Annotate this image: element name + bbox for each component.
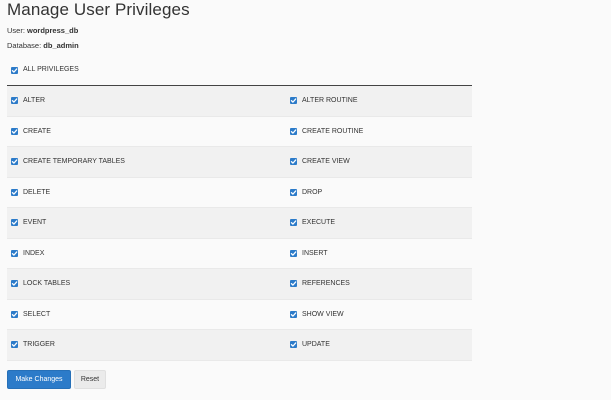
privilege-checkbox-row[interactable]: LOCK TABLES: [7, 280, 290, 288]
checkbox-checked-icon[interactable]: [11, 249, 18, 257]
checkbox-checked-icon[interactable]: [11, 97, 18, 105]
user-value: wordpress_db: [27, 26, 79, 35]
checkbox-checked-icon[interactable]: [290, 249, 297, 257]
checkbox-checked-icon[interactable]: [290, 97, 297, 105]
table-row: ALTER ALTER ROUTINE: [7, 86, 472, 117]
checkbox-checked-icon[interactable]: [11, 158, 18, 166]
table-row: CREATE TEMPORARY TABLES CREATE VIEW: [7, 147, 472, 178]
privilege-checkbox-row[interactable]: DROP: [290, 188, 323, 196]
checkbox-checked-icon[interactable]: [11, 188, 18, 196]
privileges-grid: ALTER ALTER ROUTINE CREATE CREATE ROUTINE CR…: [7, 86, 472, 361]
privilege-label: LOCK TABLES: [23, 280, 71, 288]
privilege-label: EVENT: [23, 219, 47, 227]
checkbox-checked-icon[interactable]: [290, 310, 297, 318]
privilege-checkbox-row[interactable]: TRIGGER: [7, 341, 290, 349]
privilege-label: REFERENCES: [302, 280, 350, 288]
privilege-checkbox-row[interactable]: REFERENCES: [290, 280, 350, 288]
privilege-label: CREATE VIEW: [302, 158, 350, 166]
privilege-checkbox-row[interactable]: SHOW VIEW: [290, 310, 344, 318]
privilege-checkbox-row[interactable]: DELETE: [7, 188, 290, 196]
privilege-checkbox-row[interactable]: UPDATE: [290, 341, 330, 349]
privilege-label: ALTER: [23, 97, 46, 105]
privilege-label: CREATE ROUTINE: [302, 127, 364, 135]
table-row: CREATE CREATE ROUTINE: [7, 116, 472, 147]
table-row: EVENT EXECUTE: [7, 208, 472, 239]
checkbox-checked-icon[interactable]: [290, 158, 297, 166]
privilege-label: TRIGGER: [23, 341, 55, 349]
privilege-label: EXECUTE: [302, 219, 336, 227]
privilege-label: DELETE: [23, 188, 51, 196]
database-info: Database: db_admin: [7, 41, 79, 50]
privilege-checkbox-row[interactable]: CREATE: [7, 127, 290, 135]
checkbox-checked-icon[interactable]: [11, 66, 18, 74]
checkbox-checked-icon[interactable]: [290, 219, 297, 227]
database-value: db_admin: [43, 41, 79, 50]
privilege-label: CREATE TEMPORARY TABLES: [23, 158, 125, 166]
make-changes-button[interactable]: Make Changes: [7, 370, 71, 389]
privilege-checkbox-row[interactable]: ALTER ROUTINE: [290, 97, 358, 105]
checkbox-checked-icon[interactable]: [11, 341, 18, 349]
database-label: Database:: [7, 41, 42, 50]
privilege-label: UPDATE: [302, 341, 330, 349]
privilege-checkbox-row[interactable]: ALTER: [7, 97, 290, 105]
table-row: INDEX INSERT: [7, 238, 472, 269]
checkbox-checked-icon[interactable]: [11, 280, 18, 288]
all-privileges-label: ALL PRIVILEGES: [23, 66, 79, 73]
page-title: Manage User Privileges: [7, 0, 190, 19]
table-row: LOCK TABLES REFERENCES: [7, 269, 472, 300]
table-row: DELETE DROP: [7, 177, 472, 208]
privilege-checkbox-row[interactable]: SELECT: [7, 310, 290, 318]
privilege-label: DROP: [302, 188, 323, 196]
user-label: User:: [7, 26, 25, 35]
user-info: User: wordpress_db: [7, 26, 78, 35]
checkbox-checked-icon[interactable]: [290, 188, 297, 196]
privilege-checkbox-row[interactable]: INDEX: [7, 249, 290, 257]
all-privileges-checkbox-row[interactable]: ALL PRIVILEGES: [11, 65, 79, 75]
privilege-label: INDEX: [23, 249, 45, 257]
manage-privileges-page: Manage User Privileges User: wordpress_d…: [0, 0, 611, 400]
privilege-label: ALTER ROUTINE: [302, 97, 358, 105]
checkbox-checked-icon[interactable]: [11, 310, 18, 318]
checkbox-checked-icon[interactable]: [11, 219, 18, 227]
table-row: TRIGGER UPDATE: [7, 330, 472, 361]
privilege-checkbox-row[interactable]: CREATE TEMPORARY TABLES: [7, 158, 290, 166]
privilege-checkbox-row[interactable]: EXECUTE: [290, 219, 336, 227]
privilege-checkbox-row[interactable]: CREATE ROUTINE: [290, 127, 364, 135]
privilege-checkbox-row[interactable]: CREATE VIEW: [290, 158, 350, 166]
checkbox-checked-icon[interactable]: [290, 341, 297, 349]
checkbox-checked-icon[interactable]: [290, 280, 297, 288]
privilege-checkbox-row[interactable]: EVENT: [7, 219, 290, 227]
checkbox-checked-icon[interactable]: [290, 127, 297, 135]
privilege-label: INSERT: [302, 249, 328, 257]
privilege-label: SHOW VIEW: [302, 310, 344, 318]
privilege-checkbox-row[interactable]: INSERT: [290, 249, 328, 257]
privilege-label: CREATE: [23, 127, 51, 135]
checkbox-checked-icon[interactable]: [11, 127, 18, 135]
table-row: SELECT SHOW VIEW: [7, 299, 472, 330]
privilege-label: SELECT: [23, 310, 51, 318]
reset-button[interactable]: Reset: [74, 370, 106, 389]
